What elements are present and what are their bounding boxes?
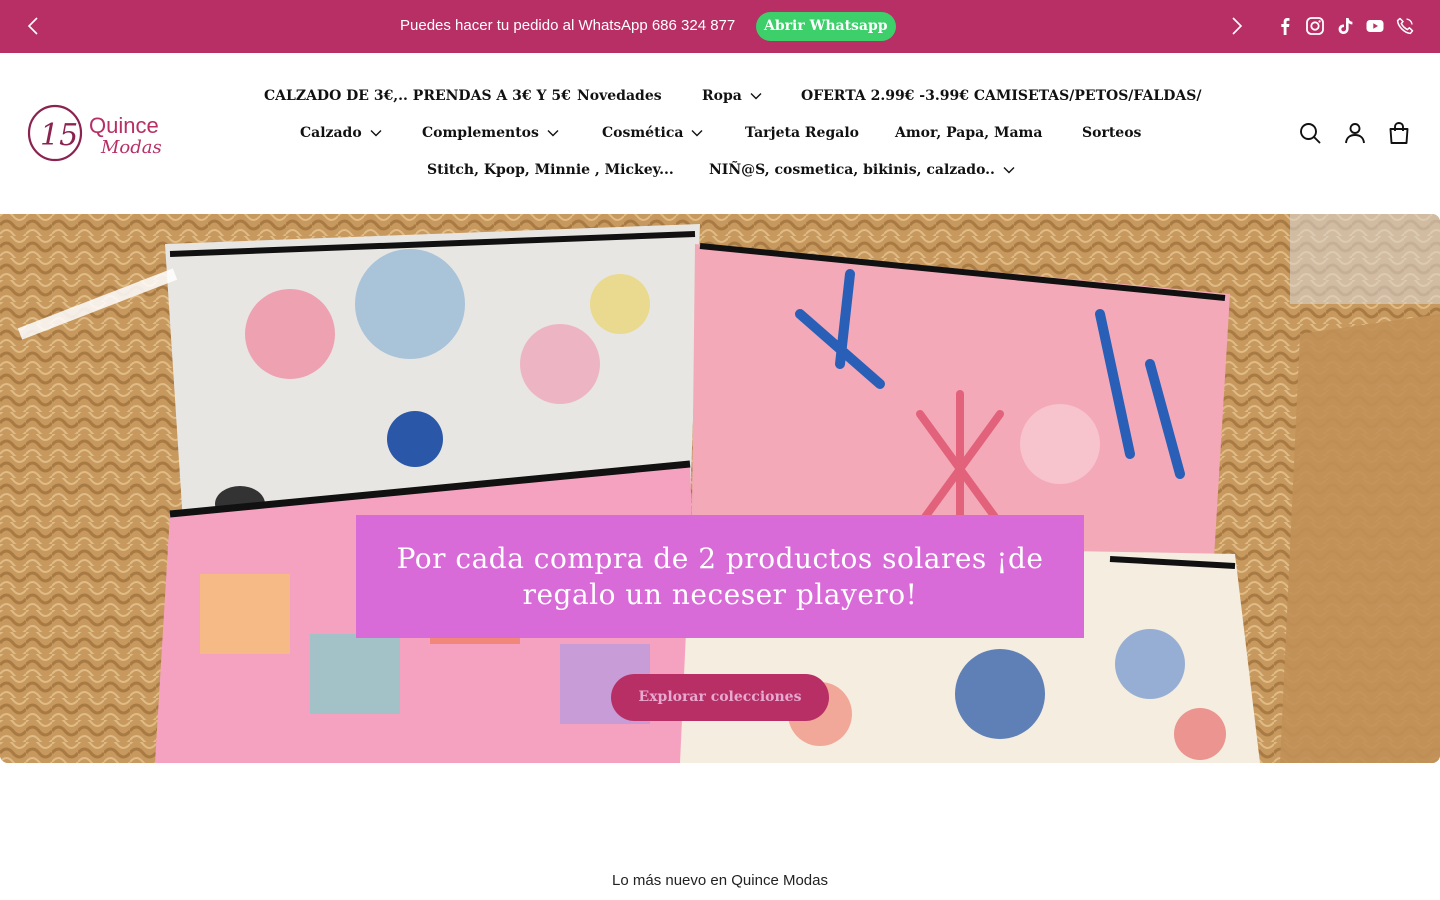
account-icon[interactable] [1343,121,1367,145]
nav-stitch-kpop[interactable]: Stitch, Kpop, Minnie , Mickey... [427,160,674,180]
logo-name: Quince [89,113,159,138]
nav-amor-papa-mama[interactable]: Amor, Papa, Mama [895,123,1042,143]
announcement-message: Puedes hacer tu pedido al WhatsApp 686 3… [400,17,736,34]
nav-ropa[interactable]: Ropa [702,86,762,106]
nav-novedades[interactable]: Novedades [577,86,662,106]
chevron-down-icon [691,130,703,137]
cart-icon[interactable] [1387,121,1411,145]
chevron-left-icon[interactable] [23,15,45,37]
instagram-icon[interactable] [1305,16,1325,36]
site-header: 15 Quince Modas CALZADO DE 3€,.. PRENDAS… [0,53,1440,214]
chevron-down-icon [1003,167,1015,174]
nav-calzado[interactable]: Calzado [300,123,382,143]
nav-cosmetica[interactable]: Cosmética [602,123,703,143]
nav-sorteos[interactable]: Sorteos [1082,123,1141,143]
nav-calzado-prendas[interactable]: CALZADO DE 3€,.. PRENDAS A 3€ Y 5€ [264,86,571,106]
quince-modas-logo[interactable]: 15 Quince Modas [27,103,162,163]
tiktok-icon[interactable] [1335,16,1355,36]
chevron-right-icon[interactable] [1225,15,1247,37]
nav-complementos[interactable]: Complementos [422,123,559,143]
chevron-down-icon [370,130,382,137]
section-title: Lo más nuevo en Quince Modas [612,872,828,889]
explore-collections-button[interactable]: Explorar colecciones [611,674,829,721]
open-whatsapp-button[interactable]: Abrir Whatsapp [756,12,896,41]
phone-icon[interactable] [1395,16,1415,36]
nav-oferta[interactable]: OFERTA 2.99€ -3.99€ CAMISETAS/PETOS/FALD… [801,86,1201,106]
search-icon[interactable] [1298,121,1322,145]
hero-banner: Por cada compra de 2 productos solares ¡… [0,214,1440,763]
nav-ninos[interactable]: NIÑ@S, cosmetica, bikinis, calzado.. [709,160,1015,180]
chevron-down-icon [750,93,762,100]
promo-text: Por cada compra de 2 productos solares ¡… [396,541,1044,611]
facebook-icon[interactable] [1275,16,1295,36]
logo-mark: 15 Quince Modas [27,104,162,162]
announcement-bar: Puedes hacer tu pedido al WhatsApp 686 3… [0,0,1440,53]
promo-banner: Por cada compra de 2 productos solares ¡… [356,515,1084,638]
nav-tarjeta-regalo[interactable]: Tarjeta Regalo [745,123,859,143]
chevron-down-icon [547,130,559,137]
logo-number: 15 [40,118,78,153]
logo-subname: Modas [100,137,162,158]
youtube-icon[interactable] [1365,16,1385,36]
